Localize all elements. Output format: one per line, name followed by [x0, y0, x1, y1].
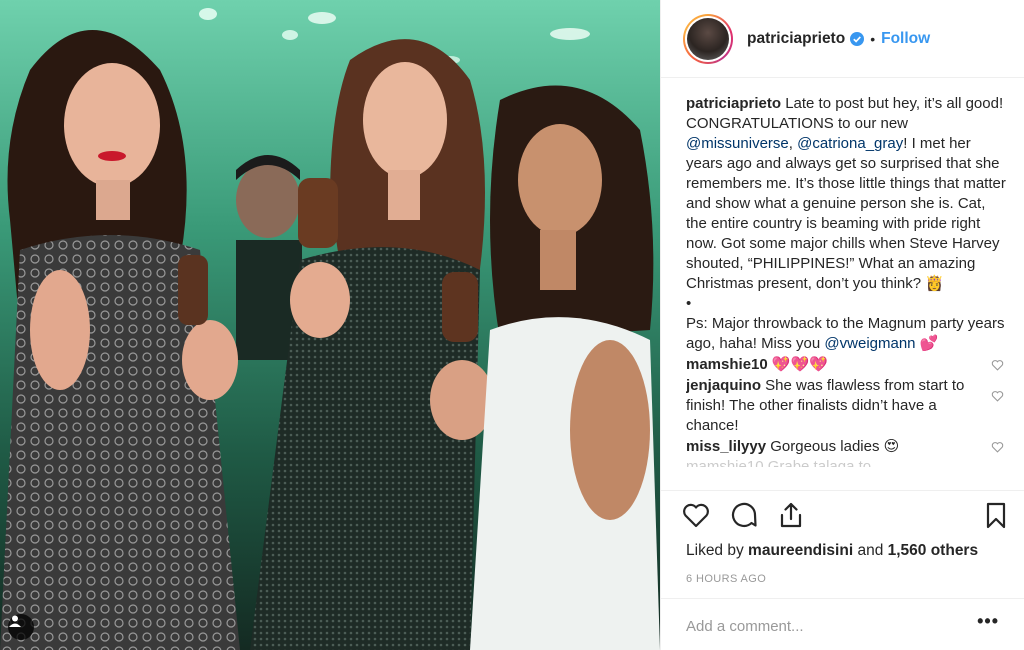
- verified-badge-icon: [850, 31, 865, 46]
- comment-bubble-icon[interactable]: [729, 500, 759, 530]
- comment-username[interactable]: jenjaquino: [686, 377, 761, 394]
- user-tag-icon[interactable]: [8, 614, 34, 640]
- comment-like-heart-icon[interactable]: [991, 390, 1004, 402]
- header-username[interactable]: patriciaprieto: [747, 30, 845, 48]
- post-photo[interactable]: [0, 0, 660, 650]
- caption-bullet: •: [686, 295, 692, 312]
- liked-by-user[interactable]: maureendisini: [748, 542, 853, 559]
- mention-link[interactable]: @vweigmann: [824, 335, 915, 352]
- action-bar: [681, 500, 1011, 530]
- caption-text: ! I met her years ago and always get so …: [686, 135, 1006, 292]
- comment-text: 💖💖💖: [767, 356, 828, 373]
- post-header: patriciaprieto • Follow: [661, 0, 1024, 78]
- caption-text: 💕: [915, 335, 939, 352]
- divider: [661, 490, 1024, 491]
- mention-link[interactable]: @catriona_gray: [797, 135, 903, 152]
- add-comment-input[interactable]: [686, 614, 956, 638]
- likes-prefix: Liked by: [686, 542, 749, 559]
- post-sidebar: patriciaprieto • Follow patriciaprieto L…: [660, 0, 1024, 650]
- post-image: [0, 8, 660, 650]
- faded-comment: mamshie10 Grabe talaga to: [686, 458, 872, 467]
- comment-item: miss_lilyyy Gorgeous ladies 😍: [686, 437, 1006, 457]
- add-comment-bar: •••: [661, 598, 1024, 650]
- caption-text: ,: [788, 135, 798, 152]
- comment-item: mamshie10 💖💖💖: [686, 355, 1006, 375]
- heart-icon[interactable]: [681, 500, 711, 530]
- caption: patriciaprieto Late to post but hey, it’…: [686, 94, 1006, 354]
- likes-summary: Liked by maureendisini and 1,560 others: [686, 542, 978, 560]
- follow-button[interactable]: Follow: [881, 30, 930, 48]
- comment-username[interactable]: mamshie10: [686, 356, 768, 373]
- comment-like-heart-icon[interactable]: [991, 359, 1004, 371]
- post-timestamp[interactable]: 6 HOURS AGO: [686, 573, 766, 585]
- likes-others-link[interactable]: 1,560 others: [888, 542, 978, 559]
- avatar[interactable]: [683, 13, 733, 64]
- comment-like-heart-icon[interactable]: [991, 441, 1004, 453]
- more-options-button[interactable]: •••: [977, 611, 999, 632]
- mention-link[interactable]: @missuniverse: [686, 135, 789, 152]
- separator-dot: •: [870, 30, 876, 47]
- caption-username[interactable]: patriciaprieto: [686, 95, 781, 112]
- comment-username[interactable]: miss_lilyyy: [686, 438, 766, 455]
- share-icon[interactable]: [776, 500, 806, 530]
- comment-item: jenjaquino She was flawless from start t…: [686, 376, 1006, 436]
- comments-list[interactable]: patriciaprieto Late to post but hey, it’…: [686, 94, 1006, 490]
- bookmark-icon[interactable]: [981, 500, 1011, 530]
- likes-middle: and: [853, 542, 888, 559]
- comment-text: Gorgeous ladies 😍: [766, 438, 900, 455]
